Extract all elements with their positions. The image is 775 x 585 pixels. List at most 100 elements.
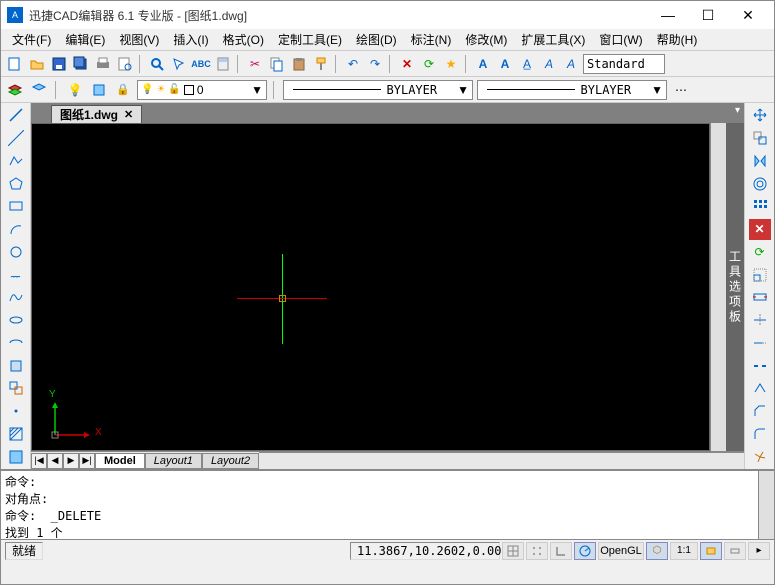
iso-button[interactable]: ⬡ [646,542,668,560]
drawing-canvas[interactable]: Y X [31,123,710,451]
menu-insert[interactable]: 插入(I) [166,29,215,50]
close-button[interactable]: ✕ [728,7,768,24]
gradient-icon[interactable] [5,446,27,467]
linetype-combo-1[interactable]: BYLAYER ▼ [283,80,473,100]
break-icon[interactable] [749,355,771,376]
offset-icon[interactable] [749,173,771,194]
star-icon[interactable]: ★ [441,54,461,74]
tab-close-icon[interactable]: ✕ [124,108,133,121]
menu-extension[interactable]: 扩展工具(X) [514,29,592,50]
print-preview-icon[interactable] [115,54,135,74]
scale-icon[interactable] [749,264,771,285]
layers-icon[interactable] [5,80,25,100]
lwt-button[interactable] [700,542,722,560]
point-icon[interactable] [5,401,27,422]
bulb-icon[interactable]: 💡 [65,80,85,100]
linetype-combo-2[interactable]: BYLAYER ▼ [477,80,667,100]
sheet-tab-layout2[interactable]: Layout2 [202,453,259,469]
file-tab[interactable]: 图纸1.dwg ✕ [51,105,142,123]
spell-icon[interactable]: ABC [191,54,211,74]
command-history[interactable]: 命令: 对角点: 命令: _DELETE 找到 1 个 命令: [1,471,758,539]
minimize-button[interactable]: — [648,7,688,23]
grid-button[interactable] [526,542,548,560]
format-paint-icon[interactable] [311,54,331,74]
textstyle-a2-icon[interactable]: A [495,54,515,74]
menu-draw[interactable]: 绘图(D) [349,29,404,50]
maximize-button[interactable]: ☐ [688,7,728,24]
menu-edit[interactable]: 编辑(E) [58,29,112,50]
textstyle-a4-icon[interactable]: A [539,54,559,74]
polyline-icon[interactable] [5,151,27,172]
polar-button[interactable] [574,542,596,560]
sheet-tab-model[interactable]: Model [95,453,145,469]
copy-icon[interactable] [267,54,287,74]
new-icon[interactable] [5,54,25,74]
delete-icon[interactable]: ✕ [397,54,417,74]
join-icon[interactable] [749,378,771,399]
line-icon[interactable] [5,105,27,126]
redo-icon[interactable]: ↷ [365,54,385,74]
erase-red-icon[interactable]: ✕ [749,219,771,240]
scale-button[interactable]: 1:1 [670,542,698,560]
tab-nav-next[interactable]: ▶ [63,453,79,469]
menu-custom-tools[interactable]: 定制工具(E) [271,29,349,50]
menu-help[interactable]: 帮助(H) [650,29,705,50]
lock-icon[interactable]: 🔒 [113,80,133,100]
array-icon[interactable] [749,196,771,217]
move-icon[interactable] [749,105,771,126]
fillet-icon[interactable] [749,424,771,445]
make-block-icon[interactable] [5,378,27,399]
tab-nav-last[interactable]: ▶| [79,453,95,469]
vertical-scrollbar[interactable] [710,123,726,451]
cut-icon[interactable]: ✂ [245,54,265,74]
dyn-button[interactable] [724,542,746,560]
render-mode[interactable]: OpenGL [598,542,644,560]
stretch-icon[interactable] [749,287,771,308]
layer-states-icon[interactable] [29,80,49,100]
open-icon[interactable] [27,54,47,74]
revcloud-icon[interactable] [5,264,27,285]
ellipse-arc-icon[interactable] [5,333,27,354]
select-icon[interactable] [169,54,189,74]
tabstrip-arrow-icon[interactable]: ▾ [735,105,740,116]
mirror-icon[interactable] [749,151,771,172]
sheet-tab-layout1[interactable]: Layout1 [145,453,202,469]
undo-icon[interactable]: ↶ [343,54,363,74]
textstyle-a5-icon[interactable]: A [561,54,581,74]
extend-icon[interactable] [749,333,771,354]
rotate-icon[interactable]: ⟳ [749,242,771,263]
menu-view[interactable]: 视图(V) [112,29,166,50]
explode-icon[interactable] [749,446,771,467]
polygon-icon[interactable] [5,173,27,194]
save-icon[interactable] [49,54,69,74]
trim-icon[interactable] [749,310,771,331]
ellipse-icon[interactable] [5,310,27,331]
spline-icon[interactable] [5,287,27,308]
layer-combo[interactable]: 💡 ☀ 🔓 0 ▼ [137,80,267,100]
command-scrollbar[interactable] [758,471,774,539]
copy-obj-icon[interactable] [749,128,771,149]
xline-icon[interactable] [5,128,27,149]
text-style-combo[interactable]: Standard [583,54,665,74]
more-icon[interactable]: ⋯ [671,80,691,100]
menu-modify[interactable]: 修改(M) [458,29,514,50]
ortho-button[interactable] [550,542,572,560]
menu-window[interactable]: 窗口(W) [592,29,649,50]
calc-icon[interactable] [213,54,233,74]
rectangle-icon[interactable] [5,196,27,217]
tools-button[interactable]: ▸ [748,542,770,560]
circle-icon[interactable] [5,242,27,263]
print-icon[interactable] [93,54,113,74]
layer-tool-icon[interactable] [89,80,109,100]
snap-button[interactable] [502,542,524,560]
textstyle-a3-icon[interactable]: A̲ [517,54,537,74]
insert-block-icon[interactable] [5,355,27,376]
tab-nav-first[interactable]: |◀ [31,453,47,469]
hatch-icon[interactable] [5,424,27,445]
arc-icon[interactable] [5,219,27,240]
saveall-icon[interactable] [71,54,91,74]
chamfer-icon[interactable] [749,401,771,422]
tab-nav-prev[interactable]: ◀ [47,453,63,469]
paste-icon[interactable] [289,54,309,74]
refresh-icon[interactable]: ⟳ [419,54,439,74]
